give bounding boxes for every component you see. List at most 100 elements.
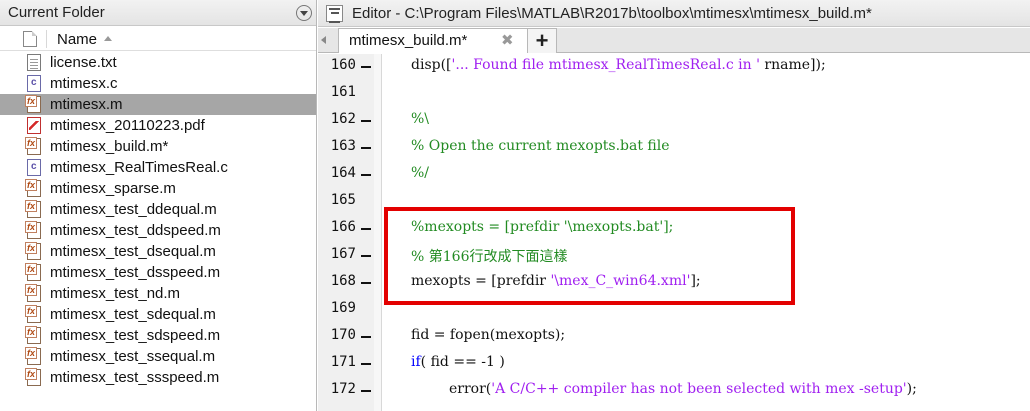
current-folder-title: Current Folder bbox=[8, 4, 105, 21]
file-list-item[interactable]: mtimesx_test_sdspeed.m bbox=[0, 325, 316, 346]
file-list-item[interactable]: mtimesx_sparse.m bbox=[0, 178, 316, 199]
file-list-item[interactable]: mtimesx_20110223.pdf bbox=[0, 115, 316, 136]
breakpoint-marker[interactable] bbox=[361, 120, 371, 122]
tab-scroll-left-icon[interactable] bbox=[321, 36, 326, 44]
breakpoint-marker[interactable] bbox=[361, 390, 371, 392]
file-column-header[interactable]: Name bbox=[0, 27, 316, 51]
code-line[interactable]: 164 %/ bbox=[318, 162, 1030, 189]
file-list-item[interactable]: mtimesx.c bbox=[0, 73, 316, 94]
line-number: 170 bbox=[330, 327, 356, 343]
code-token-plain: ); bbox=[906, 381, 917, 397]
file-type-column-icon[interactable] bbox=[23, 31, 37, 47]
editor-icon bbox=[326, 5, 343, 23]
code-text: %\ bbox=[411, 111, 429, 127]
code-token-plain: fid = fopen(mexopts); bbox=[411, 327, 566, 343]
breakpoint-marker[interactable] bbox=[361, 174, 371, 176]
file-list-item[interactable]: mtimesx_test_sdequal.m bbox=[0, 304, 316, 325]
code-editor[interactable]: 160 disp(['... Found file mtimesx_RealTim… bbox=[318, 54, 1030, 411]
file-name: mtimesx_sparse.m bbox=[50, 180, 176, 197]
file-list-item[interactable]: mtimesx_test_dsspeed.m bbox=[0, 262, 316, 283]
breakpoint-marker[interactable] bbox=[361, 66, 371, 68]
code-line[interactable]: 162 %\ bbox=[318, 108, 1030, 135]
code-text: disp(['... Found file mtimesx_RealTimesR… bbox=[411, 57, 826, 73]
line-number: 167 bbox=[330, 246, 356, 262]
column-divider[interactable] bbox=[46, 30, 47, 48]
m-file-icon bbox=[25, 221, 41, 239]
m-file-icon bbox=[25, 326, 41, 344]
breakpoint-marker[interactable] bbox=[361, 228, 371, 230]
file-list-item[interactable]: mtimesx_test_ssspeed.m bbox=[0, 367, 316, 388]
code-line[interactable]: 163 % Open the current mexopts.bat file bbox=[318, 135, 1030, 162]
file-name: mtimesx_test_dsequal.m bbox=[50, 243, 216, 260]
file-name: mtimesx.c bbox=[50, 75, 118, 92]
file-name: license.txt bbox=[50, 54, 117, 71]
code-line[interactable]: 161 bbox=[318, 81, 1030, 108]
code-text: %/ bbox=[411, 165, 429, 181]
code-token-comment: %\ bbox=[411, 111, 430, 127]
line-number: 166 bbox=[330, 219, 356, 235]
file-list-item[interactable]: mtimesx_test_ssequal.m bbox=[0, 346, 316, 367]
file-list-item[interactable]: mtimesx_test_dsequal.m bbox=[0, 241, 316, 262]
file-name: mtimesx_test_dsspeed.m bbox=[50, 264, 221, 281]
file-name: mtimesx_20110223.pdf bbox=[50, 117, 205, 134]
m-file-icon bbox=[25, 137, 41, 155]
file-list-item[interactable]: mtimesx_RealTimesReal.c bbox=[0, 157, 316, 178]
m-file-icon bbox=[25, 305, 41, 323]
code-token-plain: rname]); bbox=[759, 57, 826, 73]
breakpoint-marker[interactable] bbox=[361, 282, 371, 284]
breakpoint-marker[interactable] bbox=[361, 147, 371, 149]
file-list-item[interactable]: mtimesx_test_nd.m bbox=[0, 283, 316, 304]
line-number: 164 bbox=[330, 165, 356, 181]
m-file-icon bbox=[25, 95, 41, 113]
m-file-icon bbox=[25, 242, 41, 260]
line-number: 162 bbox=[330, 111, 356, 127]
line-number: 172 bbox=[330, 381, 356, 397]
m-file-icon bbox=[25, 347, 41, 365]
file-list-item[interactable]: mtimesx_test_ddequal.m bbox=[0, 199, 316, 220]
editor-tab-bar: mtimesx_build.m* ✖ + bbox=[318, 28, 1030, 53]
new-tab-button[interactable]: + bbox=[527, 28, 557, 53]
file-name: mtimesx_build.m* bbox=[50, 138, 169, 155]
code-token-comment: % Open the current mexopts.bat file bbox=[411, 138, 670, 154]
file-name: mtimesx_test_ddequal.m bbox=[50, 201, 217, 218]
highlight-annotation-box bbox=[384, 207, 795, 305]
line-number: 160 bbox=[330, 57, 356, 73]
code-line[interactable]: 170 fid = fopen(mexopts); bbox=[318, 324, 1030, 351]
file-name: mtimesx_test_ddspeed.m bbox=[50, 222, 221, 239]
editor-panel: Editor - C:\Program Files\MATLAB\R2017b\… bbox=[318, 0, 1030, 411]
file-list-item[interactable]: license.txt bbox=[0, 52, 316, 73]
code-text: if( fid == -1 ) bbox=[411, 354, 505, 370]
line-number: 169 bbox=[330, 300, 356, 316]
line-number: 165 bbox=[330, 192, 356, 208]
breakpoint-marker[interactable] bbox=[361, 363, 371, 365]
tab-label: mtimesx_build.m* bbox=[349, 32, 468, 49]
m-file-icon bbox=[25, 263, 41, 281]
code-line[interactable]: 172 error('A C/C++ compiler has not been … bbox=[318, 378, 1030, 405]
code-token-plain: disp([ bbox=[411, 57, 452, 73]
name-column-header[interactable]: Name bbox=[57, 31, 97, 48]
current-folder-panel: Current Folder Name license.txt mtimesx.c… bbox=[0, 0, 317, 411]
c-file-icon bbox=[27, 75, 41, 92]
breakpoint-marker[interactable] bbox=[361, 336, 371, 338]
close-tab-icon[interactable]: ✖ bbox=[501, 31, 514, 49]
tab-mtimesx-build[interactable]: mtimesx_build.m* ✖ bbox=[338, 28, 540, 53]
editor-titlebar: Editor - C:\Program Files\MATLAB\R2017b\… bbox=[318, 0, 1030, 27]
file-name: mtimesx.m bbox=[50, 96, 123, 113]
file-list: license.txt mtimesx.c mtimesx.m mtimesx_201… bbox=[0, 52, 316, 388]
code-text: fid = fopen(mexopts); bbox=[411, 327, 565, 343]
code-line[interactable]: 160 disp(['... Found file mtimesx_RealTim… bbox=[318, 54, 1030, 81]
file-name: mtimesx_test_nd.m bbox=[50, 285, 181, 302]
breakpoint-marker[interactable] bbox=[361, 255, 371, 257]
file-list-item[interactable]: mtimesx_test_ddspeed.m bbox=[0, 220, 316, 241]
file-list-item[interactable]: mtimesx.m bbox=[0, 94, 316, 115]
file-list-item[interactable]: mtimesx_build.m* bbox=[0, 136, 316, 157]
code-text: error('A C/C++ compiler has not been sel… bbox=[449, 381, 917, 397]
code-text: % Open the current mexopts.bat file bbox=[411, 138, 670, 154]
code-token-str: '... Found file mtimesx_RealTimesReal.c … bbox=[451, 57, 760, 73]
panel-actions-dropdown-icon[interactable] bbox=[296, 5, 312, 21]
code-token-comment: %/ bbox=[411, 165, 430, 181]
sort-ascending-icon bbox=[104, 36, 112, 41]
editor-title: Editor - C:\Program Files\MATLAB\R2017b\… bbox=[352, 5, 872, 22]
line-number: 163 bbox=[330, 138, 356, 154]
code-line[interactable]: 171 if( fid == -1 ) bbox=[318, 351, 1030, 378]
